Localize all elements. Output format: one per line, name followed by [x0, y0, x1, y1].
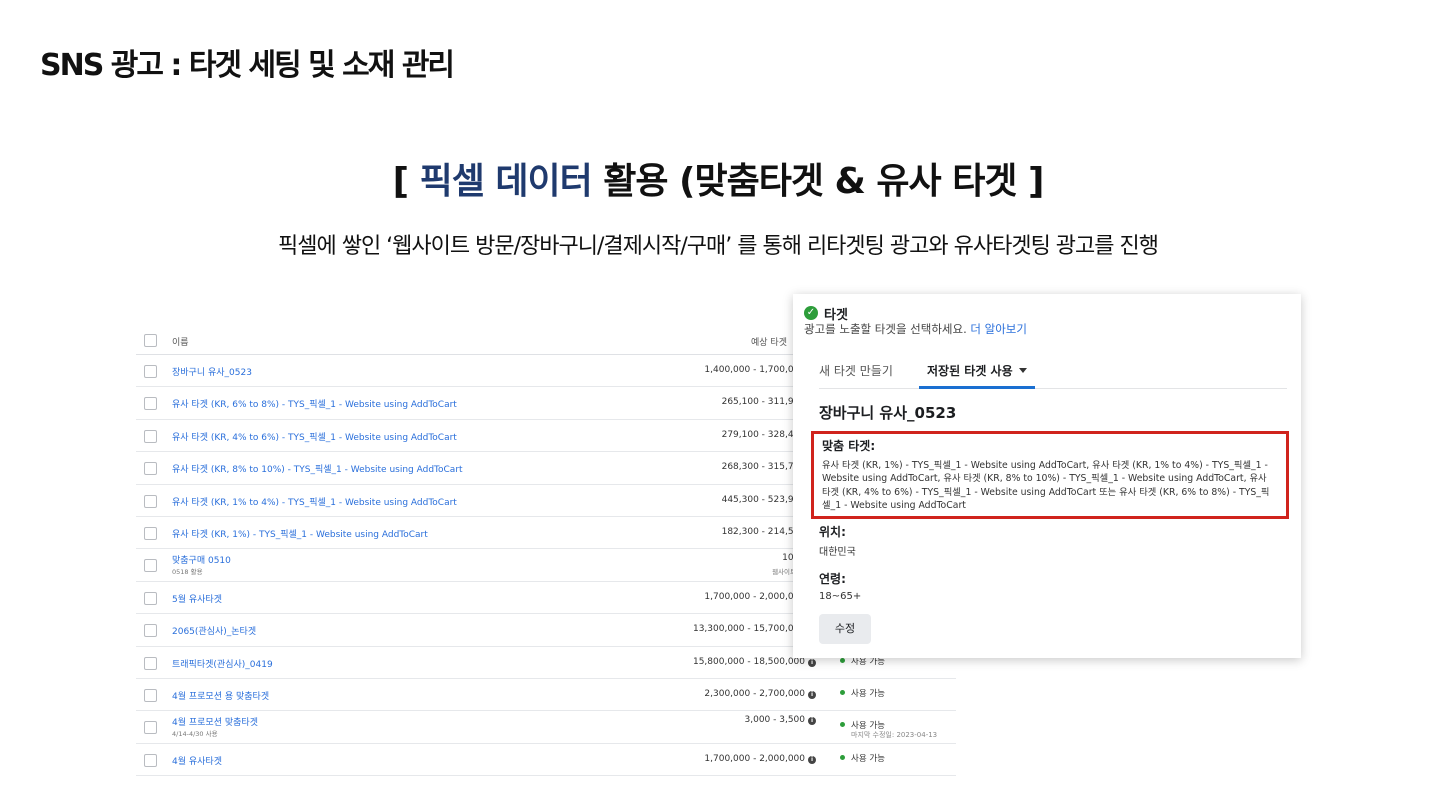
status-text: 사용 가능	[851, 688, 885, 699]
row-checkbox[interactable]	[144, 688, 157, 702]
tab-saved-audience-label: 저장된 타겟 사용	[927, 364, 1013, 378]
learn-more-link[interactable]: 더 알아보기	[970, 322, 1027, 336]
row-checkbox[interactable]	[144, 721, 157, 735]
audience-estimate-text: 15,800,000 - 18,500,000	[692, 656, 805, 667]
table-row[interactable]: 4월 프로모션 용 맞춤타겟 2,300,000 - 2,700,000 i 사용 가…	[136, 679, 956, 712]
location-value: 대한민국	[819, 547, 856, 558]
select-all-checkbox[interactable]	[144, 334, 157, 347]
row-checkbox[interactable]	[144, 462, 157, 476]
location-label: 위치:	[819, 525, 846, 539]
column-header-name: 이름	[172, 338, 189, 348]
custom-audience-highlight: 맞춤 타겟: 유사 타겟 (KR, 1%) - TYS_픽셀_1 - Websi…	[811, 431, 1289, 519]
headline-open: [	[392, 161, 420, 202]
caret-down-icon	[1018, 368, 1027, 373]
row-checkbox[interactable]	[144, 429, 157, 443]
row-checkbox[interactable]	[144, 591, 157, 605]
table-row[interactable]: 4월 유사타겟 1,700,000 - 2,000,000 i 사용 가능	[136, 744, 956, 777]
headline: [ 픽셀 데이터 활용 (맞춤타겟 & 유사 타겟 ]	[0, 152, 1436, 204]
panel-description: 광고를 노출할 타겟을 선택하세요. 더 알아보기	[804, 321, 1027, 337]
audience-name-link[interactable]: 유사 타겟 (KR, 1%) - TYS_픽셀_1 - Website usin…	[172, 527, 428, 540]
row-checkbox[interactable]	[144, 559, 157, 573]
audience-name-link[interactable]: 유사 타겟 (KR, 1% to 4%) - TYS_픽셀_1 - Websit…	[172, 495, 457, 508]
table-row[interactable]: 4월 프로모션 맞춤타겟 4/14-4/30 사용 3,000 - 3,500 i 사용…	[136, 711, 956, 744]
target-panel: ✓ 타겟 광고를 노출할 타겟을 선택하세요. 더 알아보기 새 타겟 만들기 …	[793, 294, 1301, 658]
audience-estimate-text: 1,400,000 - 1,700,000	[704, 365, 805, 375]
audience-name-link[interactable]: 4월 유사타겟	[172, 754, 222, 767]
tab-saved-audience[interactable]: 저장된 타겟 사용	[919, 352, 1035, 389]
audience-estimate-text: 1,700,000 - 2,000,000	[704, 591, 805, 602]
audience-name-link[interactable]: 4월 프로모션 맞춤타겟	[172, 715, 258, 728]
row-checkbox[interactable]	[144, 656, 157, 670]
headline-highlight: 픽셀 데이터	[419, 161, 593, 202]
audience-name-link[interactable]: 맞춤구매 0510	[172, 553, 231, 566]
row-checkbox[interactable]	[144, 526, 157, 540]
audience-estimate: 2,300,000 - 2,700,000 i	[704, 689, 816, 699]
custom-audience-label: 맞춤 타겟:	[822, 439, 876, 453]
custom-audience-text: 유사 타겟 (KR, 1%) - TYS_픽셀_1 - Website usin…	[822, 460, 1270, 511]
status-text: 사용 가능	[851, 656, 885, 667]
row-checkbox[interactable]	[144, 397, 157, 411]
info-icon[interactable]: i	[808, 658, 816, 667]
audience-estimate-text: 3,000 - 3,500	[744, 715, 806, 726]
info-icon[interactable]: i	[808, 717, 816, 726]
age-label: 연령:	[819, 572, 846, 586]
panel-description-text: 광고를 노출할 타겟을 선택하세요.	[804, 322, 967, 336]
status-dot-icon	[840, 754, 845, 760]
check-circle-icon: ✓	[804, 306, 818, 320]
audience-name-link[interactable]: 트래픽타겟(관심사)_0419	[172, 657, 273, 670]
status-dot-icon	[840, 689, 845, 695]
audience-estimate: 1,700,000 - 2,000,000i	[704, 754, 816, 764]
row-checkbox[interactable]	[144, 494, 157, 508]
audience-tabs: 새 타겟 만들기 저장된 타겟 사용	[819, 352, 1287, 389]
audience-name-link[interactable]: 유사 타겟 (KR, 4% to 6%) - TYS_픽셀_1 - Websit…	[172, 430, 457, 443]
slide-title: SNS 광고 : 타겟 세팅 및 소재 관리	[40, 48, 455, 83]
column-header-estimate: 예상 타겟	[751, 338, 787, 348]
status-dot-icon	[840, 722, 845, 728]
audience-name-link[interactable]: 유사 타겟 (KR, 8% to 10%) - TYS_픽셀_1 - Websi…	[172, 462, 463, 475]
subline: 픽셀에 쌓인 ‘웹사이트 방문/장바구니/결제시작/구매’ 를 통해 리타겟팅 …	[278, 234, 1159, 259]
audience-estimate-text: 1,700,000 - 2,000,000	[704, 753, 805, 764]
audience-estimate: 15,800,000 - 18,500,000 i	[693, 657, 816, 667]
status-badge: 사용 가능	[840, 687, 885, 699]
audience-name-link[interactable]: 4월 프로모션 용 맞춤타겟	[172, 689, 269, 702]
selected-audience-name: 장바구니 유사_0523	[819, 404, 957, 422]
info-icon[interactable]: i	[808, 755, 816, 764]
last-modified: 마지막 수정일: 2023-04-13	[851, 731, 938, 740]
audience-name-link[interactable]: 유사 타겟 (KR, 6% to 8%) - TYS_픽셀_1 - Websit…	[172, 397, 457, 410]
row-checkbox[interactable]	[144, 624, 157, 638]
audience-name-link[interactable]: 장바구니 유사_0523	[172, 365, 252, 378]
audience-name-link[interactable]: 2065(관심사)_논타겟	[172, 624, 256, 637]
tab-new-audience[interactable]: 새 타겟 만들기	[819, 362, 893, 379]
audience-note: 4/14-4/30 사용	[172, 730, 218, 739]
edit-button[interactable]: 수정	[819, 614, 871, 644]
status-dot-icon	[840, 657, 845, 663]
age-value: 18~65+	[819, 591, 862, 602]
audience-note: 0518 활용	[172, 568, 203, 577]
row-checkbox[interactable]	[144, 753, 157, 767]
audience-estimate-text: 13,300,000 - 15,700,000	[692, 624, 805, 635]
status-badge: 사용 가능	[840, 752, 885, 764]
status-text: 사용 가능	[851, 753, 885, 764]
info-icon[interactable]: i	[808, 690, 816, 699]
row-checkbox[interactable]	[144, 365, 157, 378]
audience-estimate-text: 2,300,000 - 2,700,000	[704, 688, 805, 699]
audience-estimate: 3,000 - 3,500 i	[744, 715, 816, 726]
audience-name-link[interactable]: 5월 유사타겟	[172, 592, 222, 605]
headline-rest: 활용 (맞춤타겟 & 유사 타겟 ]	[591, 161, 1044, 202]
